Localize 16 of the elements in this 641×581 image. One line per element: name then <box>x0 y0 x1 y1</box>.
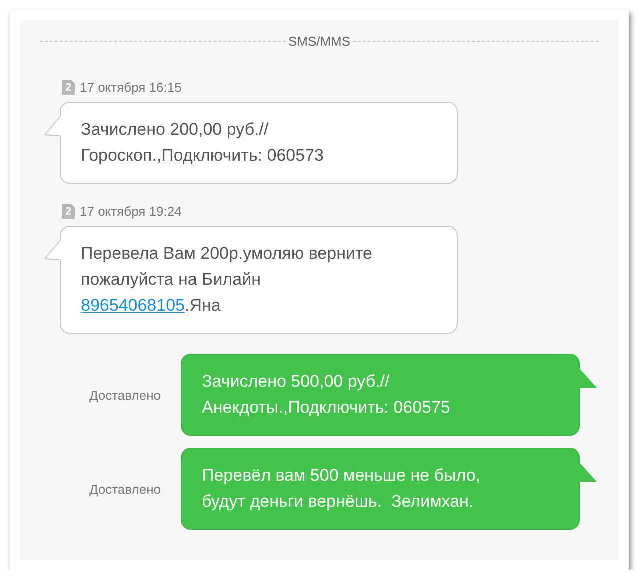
sim-badge: 2 <box>62 204 75 219</box>
delivery-status: Доставлено <box>88 482 162 496</box>
message-bubble: Перевёл вам 500 меньше не было, будут деньги вернёшь. Зелимхан. <box>181 448 580 530</box>
phone-link[interactable]: 89654068105 <box>81 296 186 315</box>
delivery-status: Доставлено <box>88 388 162 402</box>
bubble-tail <box>44 116 61 138</box>
section-title: SMS/MMS <box>287 34 352 49</box>
bubble-tail <box>579 368 598 390</box>
message-bubble: Зачислено 200,00 руб.// Гороскоп.,Подключить: 060573 <box>60 102 458 184</box>
message-bubble: Зачислено 500,00 руб.// Анекдоты.,Подключить: 060575 <box>181 354 580 436</box>
bubble-tail <box>579 462 598 484</box>
message-bubble: Перевела Вам 200р.умоляю верните пожалуйста на Билайн 89654068105.Яна <box>60 226 458 334</box>
sim-badge: 2 <box>62 80 75 95</box>
message-time: 17 октября 16:15 <box>80 80 182 95</box>
bubble-tail <box>44 240 61 262</box>
message-time: 17 октября 19:24 <box>80 204 182 219</box>
